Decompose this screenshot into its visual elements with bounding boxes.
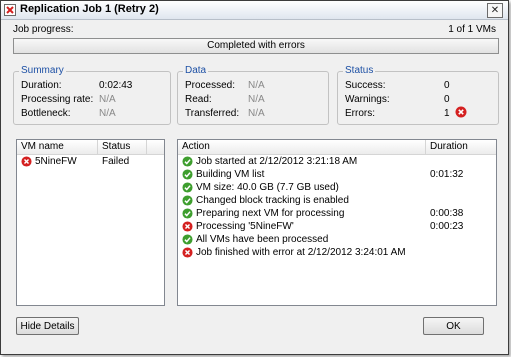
app-icon (4, 4, 16, 16)
action-text: Changed block tracking is enabled (196, 195, 349, 206)
table-row[interactable]: VM size: 40.0 GB (7.7 GB used) (178, 181, 496, 194)
read-value: N/A (248, 94, 265, 105)
hide-details-button[interactable]: Hide Details (16, 317, 79, 335)
ok-button[interactable]: OK (423, 317, 484, 335)
error-icon (182, 247, 193, 258)
status-title: Status (343, 65, 376, 76)
error-icon (21, 156, 32, 167)
error-icon (182, 221, 193, 232)
action-duration: 0:01:32 (430, 169, 464, 180)
errors-label: Errors: (345, 108, 375, 119)
close-button[interactable]: ✕ (487, 3, 503, 18)
progress-bar: Completed with errors (13, 38, 499, 54)
summary-group: Summary Duration: 0:02:43 Processing rat… (13, 65, 171, 125)
job-progress-label: Job progress: (13, 24, 74, 35)
table-row[interactable]: Job finished with error at 2/12/2012 3:2… (178, 246, 496, 259)
read-label: Read: (185, 94, 212, 105)
warnings-label: Warnings: (345, 94, 390, 105)
processed-label: Processed: (185, 80, 236, 91)
replication-job-window: Replication Job 1 (Retry 2) ✕ Job progre… (0, 0, 509, 355)
action-text: Building VM list (196, 169, 265, 180)
status-group: Status Success: 0 Warnings: 0 Errors: 1 (337, 65, 499, 125)
vm-list[interactable]: VM name Status 5NineFW Failed (16, 139, 165, 306)
action-duration: 0:00:38 (430, 208, 464, 219)
action-text: VM size: 40.0 GB (7.7 GB used) (196, 182, 339, 193)
action-text: Job finished with error at 2/12/2012 3:2… (196, 247, 406, 258)
success-icon (182, 182, 193, 193)
errors-value: 1 (444, 108, 450, 119)
transferred-label: Transferred: (185, 108, 240, 119)
success-icon (182, 208, 193, 219)
action-text: Job started at 2/12/2012 3:21:18 AM (196, 156, 358, 167)
success-icon (182, 156, 193, 167)
success-label: Success: (345, 80, 386, 91)
processed-value: N/A (248, 80, 265, 91)
vm-name: 5NineFW (35, 156, 77, 167)
bottleneck-label: Bottleneck: (21, 108, 71, 119)
table-row[interactable]: Building VM list 0:01:32 (178, 168, 496, 181)
table-row[interactable]: Processing '5NineFW' 0:00:23 (178, 220, 496, 233)
data-title: Data (183, 65, 209, 76)
table-row[interactable]: Job started at 2/12/2012 3:21:18 AM (178, 155, 496, 168)
processing-rate-value: N/A (99, 94, 116, 105)
progress-status-text: Completed with errors (207, 40, 305, 51)
duration-column-header[interactable]: Duration (426, 140, 496, 154)
action-text: Preparing next VM for processing (196, 208, 345, 219)
vm-status: Failed (102, 156, 130, 167)
action-log[interactable]: Action Duration Job started at 2/12/2012… (177, 139, 497, 306)
success-icon (182, 234, 193, 245)
title-bar: Replication Job 1 (Retry 2) ✕ (1, 1, 508, 20)
vm-name-column-header[interactable]: VM name (17, 140, 98, 154)
data-group: Data Processed: N/A Read: N/A Transferre… (177, 65, 329, 125)
table-row[interactable]: Changed block tracking is enabled (178, 194, 496, 207)
vm-list-header: VM name Status (17, 140, 164, 155)
summary-title: Summary (19, 65, 66, 76)
action-duration: 0:00:23 (430, 221, 464, 232)
vm-count: 1 of 1 VMs (448, 24, 496, 35)
window-title: Replication Job 1 (Retry 2) (20, 3, 159, 15)
success-icon (182, 195, 193, 206)
action-column-header[interactable]: Action (178, 140, 426, 154)
table-row[interactable]: 5NineFW Failed (17, 155, 164, 168)
bottleneck-value: N/A (99, 108, 116, 119)
table-row[interactable]: All VMs have been processed (178, 233, 496, 246)
success-value: 0 (444, 80, 450, 91)
warnings-value: 0 (444, 94, 450, 105)
table-row[interactable]: Preparing next VM for processing 0:00:38 (178, 207, 496, 220)
duration-label: Duration: (21, 80, 62, 91)
action-text: Processing '5NineFW' (196, 221, 294, 232)
transferred-value: N/A (248, 108, 265, 119)
vm-status-column-header[interactable]: Status (98, 140, 147, 154)
duration-value: 0:02:43 (99, 80, 133, 91)
action-log-header: Action Duration (178, 140, 496, 155)
processing-rate-label: Processing rate: (21, 94, 94, 105)
error-icon (455, 106, 467, 118)
success-icon (182, 169, 193, 180)
action-text: All VMs have been processed (196, 234, 329, 245)
